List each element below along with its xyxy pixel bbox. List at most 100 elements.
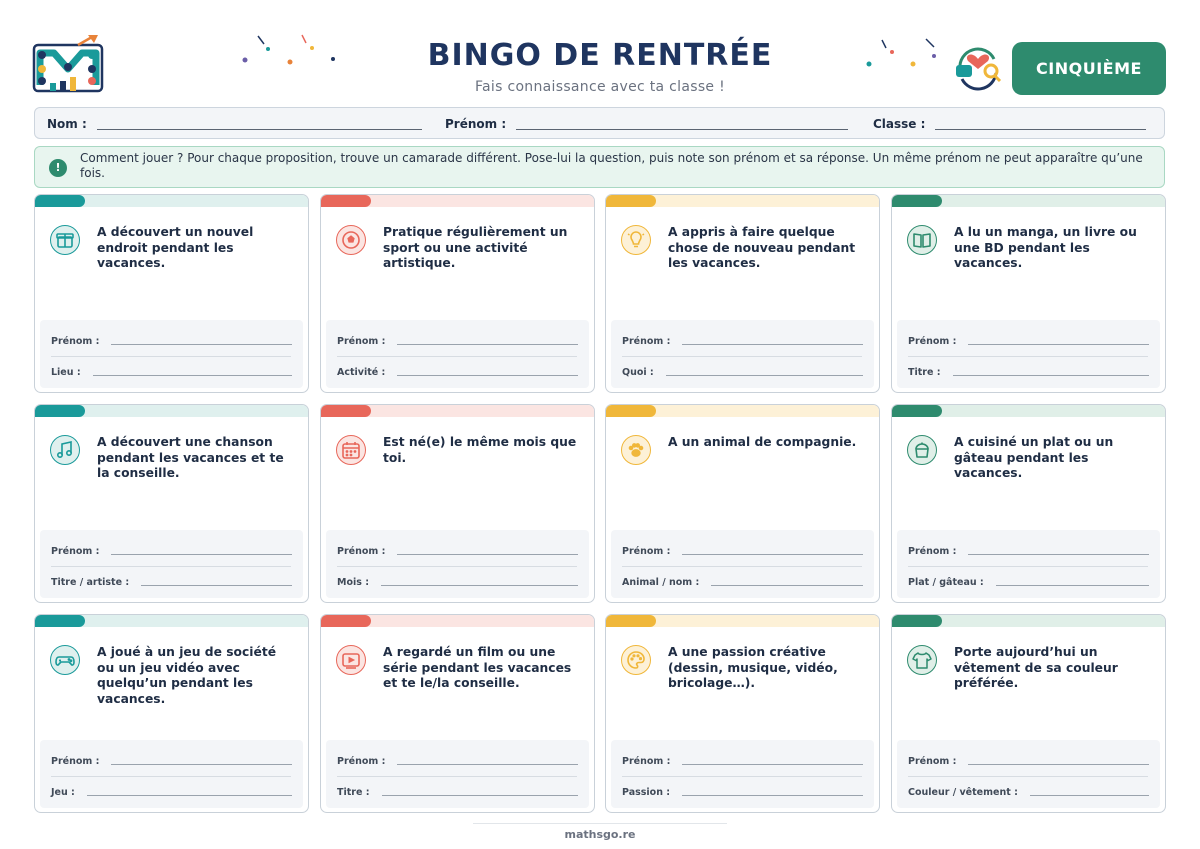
card-prenom-label: Prénom : bbox=[51, 336, 100, 347]
card-answer-line[interactable] bbox=[86, 795, 292, 796]
card-prenom-line[interactable] bbox=[968, 554, 1149, 555]
footer-divider bbox=[473, 823, 727, 824]
card-answer-field[interactable]: Quoi : bbox=[622, 362, 863, 378]
card-answer-area: Prénom : Animal / nom : bbox=[611, 530, 874, 598]
card-accent-bar bbox=[606, 615, 879, 627]
card-prenom-line[interactable] bbox=[968, 764, 1149, 765]
card-prenom-field[interactable]: Prénom : bbox=[51, 541, 292, 557]
card-prenom-line[interactable] bbox=[968, 344, 1149, 345]
book-icon bbox=[907, 225, 937, 255]
card-prenom-field[interactable]: Prénom : bbox=[51, 331, 292, 347]
card-answer-area: Prénom : Plat / gâteau : bbox=[897, 530, 1160, 598]
gamepad-icon bbox=[50, 645, 80, 675]
how-to-play-text: Comment jouer ? Pour chaque proposition,… bbox=[80, 151, 1143, 180]
card-answer-area: Prénom : Jeu : bbox=[40, 740, 303, 808]
card-prenom-field[interactable]: Prénom : bbox=[908, 541, 1149, 557]
card-divider bbox=[51, 356, 291, 357]
card-prenom-line[interactable] bbox=[111, 764, 292, 765]
card-answer-line[interactable] bbox=[952, 375, 1149, 376]
nom-field[interactable]: Nom : bbox=[47, 108, 422, 140]
card-divider bbox=[51, 776, 291, 777]
card-prenom-field[interactable]: Prénom : bbox=[622, 541, 863, 557]
card-prenom-line[interactable] bbox=[682, 344, 863, 345]
card-prenom-line[interactable] bbox=[397, 344, 578, 345]
card-answer-label: Lieu : bbox=[51, 367, 81, 378]
card-answer-line[interactable] bbox=[995, 585, 1149, 586]
classe-field[interactable]: Classe : bbox=[873, 108, 1153, 140]
card-answer-label: Titre : bbox=[337, 787, 370, 798]
card-answer-field[interactable]: Jeu : bbox=[51, 782, 292, 798]
card-answer-area: Prénom : Lieu : bbox=[40, 320, 303, 388]
nom-line[interactable] bbox=[96, 128, 422, 130]
card-answer-line[interactable] bbox=[381, 585, 578, 586]
card-answer-label: Quoi : bbox=[622, 367, 654, 378]
card-prenom-line[interactable] bbox=[397, 764, 578, 765]
card-answer-field[interactable]: Plat / gâteau : bbox=[908, 572, 1149, 588]
prenom-field[interactable]: Prénom : bbox=[445, 108, 855, 140]
card-prenom-field[interactable]: Prénom : bbox=[908, 331, 1149, 347]
card-prenom-line[interactable] bbox=[111, 344, 292, 345]
card-answer-label: Couleur / vêtement : bbox=[908, 787, 1018, 798]
bingo-card: A cuisiné un plat ou un gâteau pendant l… bbox=[891, 404, 1166, 603]
card-question: A lu un manga, un livre ou une BD pendan… bbox=[954, 225, 1137, 270]
card-answer-line[interactable] bbox=[682, 795, 863, 796]
card-accent-bar bbox=[321, 195, 594, 207]
card-prenom-field[interactable]: Prénom : bbox=[337, 541, 578, 557]
card-accent-bar bbox=[321, 405, 594, 417]
card-prenom-field[interactable]: Prénom : bbox=[622, 751, 863, 767]
card-prenom-label: Prénom : bbox=[908, 336, 957, 347]
card-prenom-field[interactable]: Prénom : bbox=[337, 751, 578, 767]
card-answer-field[interactable]: Animal / nom : bbox=[622, 572, 863, 588]
calendar-icon bbox=[336, 435, 366, 465]
card-answer-field[interactable]: Titre : bbox=[908, 362, 1149, 378]
card-answer-line[interactable] bbox=[397, 375, 578, 376]
video-play-icon bbox=[336, 645, 366, 675]
card-answer-line[interactable] bbox=[665, 375, 863, 376]
tshirt-icon bbox=[907, 645, 937, 675]
card-answer-field[interactable]: Passion : bbox=[622, 782, 863, 798]
prenom-line[interactable] bbox=[516, 128, 849, 130]
nom-label: Nom : bbox=[47, 117, 87, 131]
card-prenom-field[interactable]: Prénom : bbox=[51, 751, 292, 767]
bingo-card: A lu un manga, un livre ou une BD pendan… bbox=[891, 194, 1166, 393]
card-question: A découvert une chanson pendant les vaca… bbox=[97, 435, 284, 480]
card-answer-line[interactable] bbox=[381, 795, 578, 796]
card-answer-area: Prénom : Titre / artiste : bbox=[40, 530, 303, 598]
card-answer-field[interactable]: Activité : bbox=[337, 362, 578, 378]
card-prenom-line[interactable] bbox=[682, 554, 863, 555]
card-prenom-field[interactable]: Prénom : bbox=[337, 331, 578, 347]
card-answer-field[interactable]: Titre / artiste : bbox=[51, 572, 292, 588]
card-divider bbox=[337, 776, 577, 777]
card-answer-field[interactable]: Couleur / vêtement : bbox=[908, 782, 1149, 798]
classe-line[interactable] bbox=[935, 128, 1147, 130]
card-accent-bar bbox=[35, 405, 308, 417]
footer-site: mathsgo.re bbox=[564, 828, 636, 841]
bingo-card: A appris à faire quelque chose de nouvea… bbox=[605, 194, 880, 393]
card-answer-label: Jeu : bbox=[51, 787, 75, 798]
card-answer-field[interactable]: Titre : bbox=[337, 782, 578, 798]
card-prenom-line[interactable] bbox=[682, 764, 863, 765]
card-prenom-field[interactable]: Prénom : bbox=[908, 751, 1149, 767]
card-answer-line[interactable] bbox=[1029, 795, 1149, 796]
cooking-pot-icon bbox=[907, 435, 937, 465]
card-prenom-field[interactable]: Prénom : bbox=[622, 331, 863, 347]
card-answer-line[interactable] bbox=[92, 375, 292, 376]
card-divider bbox=[908, 356, 1148, 357]
bingo-card: A une passion créative (dessin, musique,… bbox=[605, 614, 880, 813]
bingo-card: A joué à un jeu de société ou un jeu vid… bbox=[34, 614, 309, 813]
card-answer-line[interactable] bbox=[141, 585, 292, 586]
card-divider bbox=[908, 776, 1148, 777]
card-question: Porte aujourd’hui un vêtement de sa coul… bbox=[954, 645, 1118, 690]
card-question: A découvert un nouvel endroit pendant le… bbox=[97, 225, 254, 270]
card-prenom-label: Prénom : bbox=[51, 756, 100, 767]
card-answer-field[interactable]: Mois : bbox=[337, 572, 578, 588]
card-prenom-line[interactable] bbox=[397, 554, 578, 555]
card-answer-field[interactable]: Lieu : bbox=[51, 362, 292, 378]
card-question: Pratique régulièrement un sport ou une a… bbox=[383, 225, 568, 270]
card-prenom-label: Prénom : bbox=[337, 336, 386, 347]
card-answer-line[interactable] bbox=[711, 585, 863, 586]
card-accent-bar bbox=[606, 195, 879, 207]
classe-label: Classe : bbox=[873, 117, 926, 131]
music-note-icon bbox=[50, 435, 80, 465]
card-prenom-line[interactable] bbox=[111, 554, 292, 555]
